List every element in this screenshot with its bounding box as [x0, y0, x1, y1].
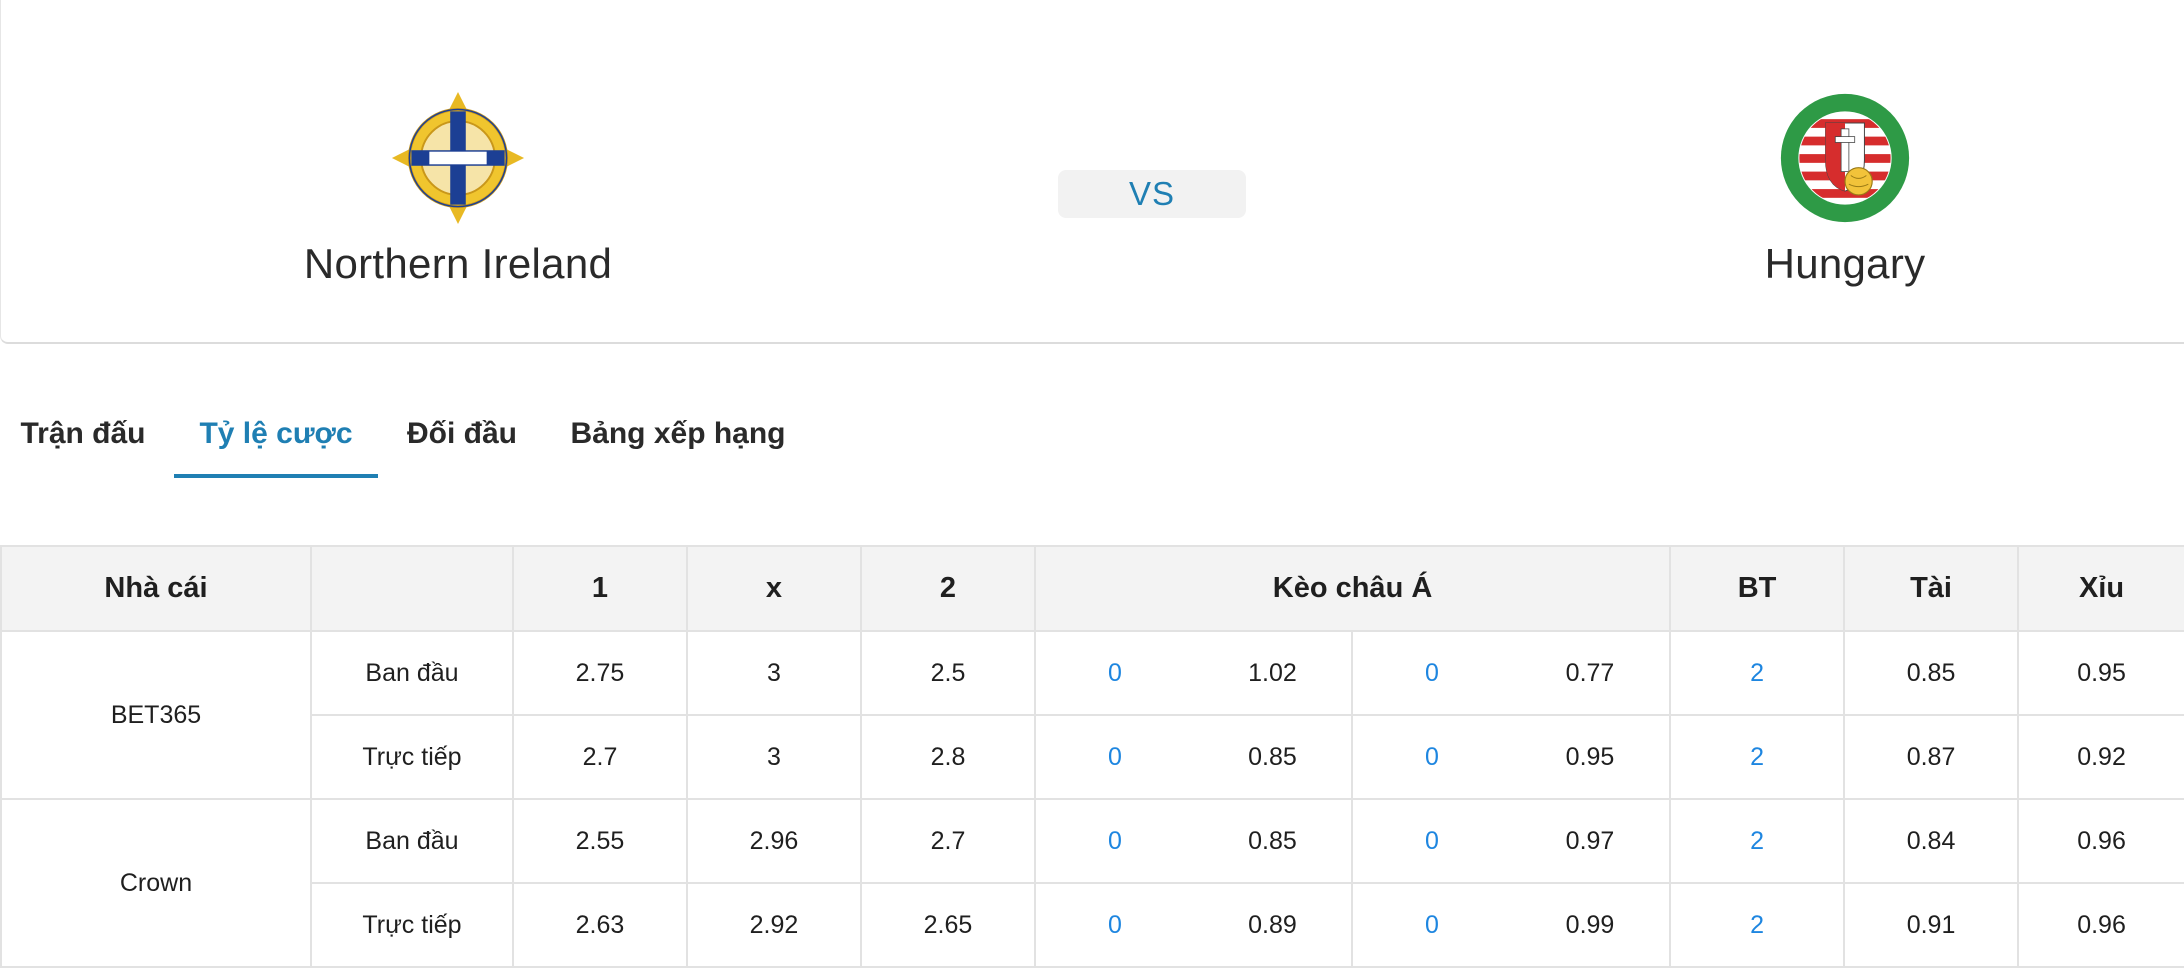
bt-value: 2: [1669, 714, 1846, 800]
odds-away: 2.8: [860, 714, 1036, 800]
under-odds: 0.92: [2017, 714, 2184, 800]
odds-away: 2.5: [860, 630, 1036, 716]
odds-type: Ban đầu: [310, 798, 514, 884]
over-odds: 0.85: [1843, 630, 2020, 716]
bt-value: 2: [1669, 882, 1846, 968]
odds-draw: 3: [686, 714, 862, 800]
odds-type: Trực tiếp: [310, 882, 514, 968]
header-over: Tài: [1843, 545, 2020, 632]
odds-home: 2.63: [512, 882, 688, 968]
ah-away-line: 0: [1351, 630, 1511, 716]
tab-doi-dau[interactable]: Đối đầu: [392, 398, 532, 478]
odds-type: Ban đầu: [310, 630, 514, 716]
over-odds: 0.84: [1843, 798, 2020, 884]
odds-away: 2.7: [860, 798, 1036, 884]
ah-away-odds: 0.97: [1511, 798, 1672, 884]
ah-home-odds: 0.85: [1194, 714, 1353, 800]
home-team[interactable]: Northern Ireland: [228, 90, 688, 288]
table-row: Crown Ban đầu 2.55 2.96 2.7 0 0.85 0 0.9…: [0, 798, 2184, 968]
away-team[interactable]: Hungary: [1615, 90, 2075, 288]
header-away-win: 2: [860, 545, 1036, 632]
odds-home: 2.7: [512, 714, 688, 800]
table-row: BET365 Ban đầu 2.75 3 2.5 0 1.02 0 0.77 …: [0, 630, 2184, 800]
over-odds: 0.87: [1843, 714, 2020, 800]
ah-home-odds: 0.85: [1194, 798, 1353, 884]
ah-away-odds: 0.77: [1511, 630, 1672, 716]
bt-value: 2: [1669, 630, 1846, 716]
odds-draw: 2.92: [686, 882, 862, 968]
table-row: Trực tiếp 2.7 3 2.8 0 0.85 0 0.95 2 0.87…: [1, 714, 2184, 800]
odds-home: 2.75: [512, 630, 688, 716]
home-team-name: Northern Ireland: [303, 240, 613, 287]
tab-ty-le-cuoc[interactable]: Tỷ lệ cược: [174, 398, 378, 478]
header-bookmaker: Nhà cái: [0, 545, 312, 632]
ah-home-line: 0: [1034, 882, 1194, 968]
ah-home-line: 0: [1034, 630, 1194, 716]
ah-home-line: 0: [1034, 798, 1194, 884]
header-asian-handicap: Kèo châu Á: [1033, 545, 1672, 632]
bookmaker-name: Crown: [0, 798, 312, 968]
under-odds: 0.96: [2017, 882, 2184, 968]
away-team-name: Hungary: [1764, 240, 1926, 287]
odds-draw: 3: [686, 630, 862, 716]
tab-bang-xep-hang[interactable]: Bảng xếp hạng: [560, 398, 796, 478]
hungary-fa-crest-icon: [1780, 93, 1910, 223]
header-type: [310, 545, 514, 632]
ah-away-odds: 0.99: [1511, 882, 1672, 968]
ah-away-line: 0: [1351, 798, 1511, 884]
ah-away-odds: 0.95: [1511, 714, 1672, 800]
ah-away-line: 0: [1351, 714, 1511, 800]
odds-home: 2.55: [512, 798, 688, 884]
header-draw: x: [686, 545, 862, 632]
ah-home-odds: 0.89: [1194, 882, 1353, 968]
table-row: Trực tiếp 2.63 2.92 2.65 0 0.89 0 0.99 2…: [1, 882, 2184, 968]
ah-home-odds: 1.02: [1194, 630, 1353, 716]
tab-tran-dau[interactable]: Trận đấu: [0, 398, 166, 478]
under-odds: 0.95: [2017, 630, 2184, 716]
table-header-row: Nhà cái 1 x 2 Kèo châu Á BT Tài Xỉu: [0, 545, 2184, 632]
bookmaker-name: BET365: [0, 630, 312, 800]
odds-type: Trực tiếp: [310, 714, 514, 800]
odds-away: 2.65: [860, 882, 1036, 968]
odds-draw: 2.96: [686, 798, 862, 884]
header-bt: BT: [1669, 545, 1846, 632]
match-header-card: Northern Ireland VS Hungary: [0, 0, 2184, 344]
under-odds: 0.96: [2017, 798, 2184, 884]
over-odds: 0.91: [1843, 882, 2020, 968]
header-under: Xỉu: [2017, 545, 2184, 632]
odds-table: Nhà cái 1 x 2 Kèo châu Á BT Tài Xỉu BET3…: [0, 545, 2184, 968]
header-home-win: 1: [512, 545, 688, 632]
ah-home-line: 0: [1034, 714, 1194, 800]
vs-label: VS: [1058, 170, 1246, 218]
northern-ireland-fa-crest-icon: [391, 91, 525, 225]
bt-value: 2: [1669, 798, 1846, 884]
ah-away-line: 0: [1351, 882, 1511, 968]
